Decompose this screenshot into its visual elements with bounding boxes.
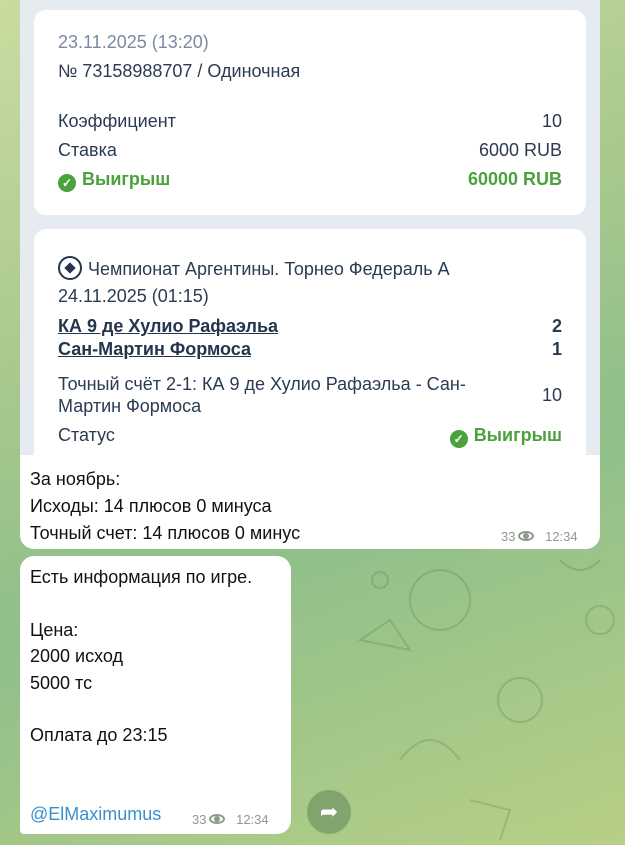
message-line: Есть информация по игре. xyxy=(30,567,253,587)
event-date: 24.11.2025 (01:15) xyxy=(58,286,209,306)
status-value-row: ✓ Выигрыш xyxy=(449,425,562,448)
event-card: Чемпионат Аргентины. Торнео Федераль А 2… xyxy=(34,229,586,469)
eye-icon xyxy=(518,531,535,541)
soccer-ball-icon xyxy=(58,256,82,280)
forward-icon: ➦ xyxy=(319,799,339,824)
message-line: Оплата до 23:15 xyxy=(30,725,168,745)
coef-label: Коэффициент xyxy=(58,111,176,131)
status-label: Статус xyxy=(58,425,115,445)
check-circle-icon: ✓ xyxy=(449,430,468,448)
market-line2: Мартин Формоса xyxy=(58,396,202,416)
forward-button[interactable]: ➦ xyxy=(307,790,351,834)
win-status: ✓ Выигрыш xyxy=(58,169,170,192)
stake-value: 6000 RUB xyxy=(478,140,562,160)
league-name: Чемпионат Аргентины. Торнео Федераль А xyxy=(88,259,450,279)
eye-icon xyxy=(209,814,226,824)
view-count: 33 xyxy=(501,529,516,544)
message-bet-result: 23.11.2025 (13:20) № 73158988707 / Одино… xyxy=(20,0,600,549)
team1-score: 2 xyxy=(551,316,562,336)
message-line: Исходы: 14 плюсов 0 минуса xyxy=(30,496,272,516)
view-count: 33 xyxy=(192,812,207,827)
bet-summary-card: 23.11.2025 (13:20) № 73158988707 / Одино… xyxy=(34,10,586,215)
league-row: Чемпионат Аргентины. Торнео Федераль А xyxy=(58,256,450,280)
bet-date: 23.11.2025 (13:20) xyxy=(58,32,209,52)
status-value: Выигрыш xyxy=(473,425,562,445)
stake-label: Ставка xyxy=(58,140,117,160)
team1-name: КА 9 де Хулио Рафаэльа xyxy=(58,316,279,336)
message-offer: Есть информация по игре. Цена: 2000 исхо… xyxy=(20,556,291,834)
market-odds: 10 xyxy=(541,385,562,405)
username-link[interactable]: @ElMaximumus xyxy=(30,804,161,825)
message-line: Цена: xyxy=(30,620,79,640)
win-amount: 60000 RUB xyxy=(467,169,562,189)
message-line: Точный счет: 14 плюсов 0 минус xyxy=(30,523,301,543)
coef-value: 10 xyxy=(541,111,562,131)
win-label: Выигрыш xyxy=(82,169,171,189)
message-time: 12:34 xyxy=(236,812,269,827)
message-time: 12:34 xyxy=(545,529,578,544)
market-line1: Точный счёт 2-1: КА 9 де Хулио Рафаэльа … xyxy=(58,374,466,394)
message-line: 5000 тс xyxy=(30,673,93,693)
bet-number: № 73158988707 / Одиночная xyxy=(58,61,301,81)
message-text: За ноябрь: Исходы: 14 плюсов 0 минуса То… xyxy=(30,466,300,547)
message-meta: 33 12:34 xyxy=(192,812,269,827)
message-line: 2000 исход xyxy=(30,646,124,666)
message-meta: 33 12:34 xyxy=(501,529,578,544)
bet-ticket-image: 23.11.2025 (13:20) № 73158988707 / Одино… xyxy=(20,0,600,469)
check-circle-icon: ✓ xyxy=(58,174,76,192)
message-line: За ноябрь: xyxy=(30,469,121,489)
team2-score: 1 xyxy=(551,339,562,359)
team2-name: Сан-Мартин Формоса xyxy=(58,339,252,359)
